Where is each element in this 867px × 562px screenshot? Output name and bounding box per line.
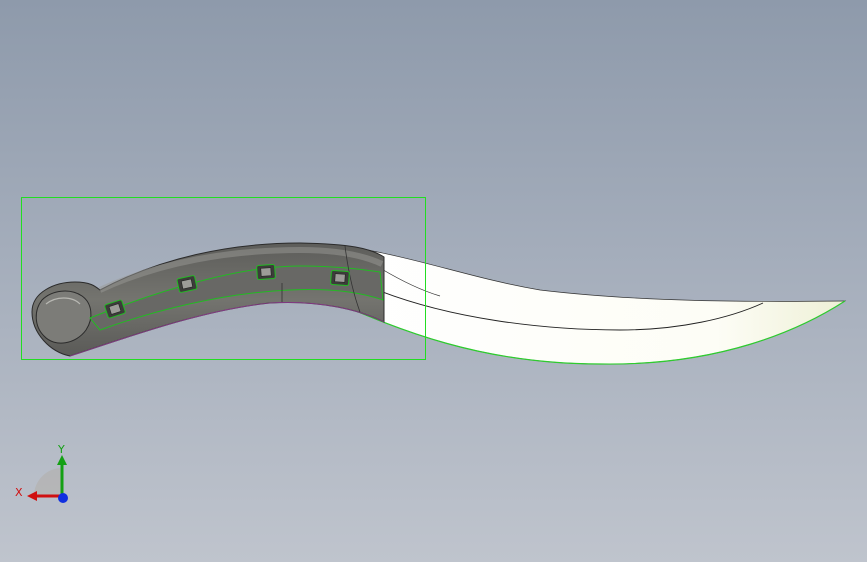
- x-axis-label: X: [15, 486, 23, 499]
- graphics-viewport[interactable]: Y X: [0, 0, 867, 562]
- triad-graphic: [27, 455, 68, 503]
- y-axis-label: Y: [58, 443, 65, 456]
- selection-bounding-box[interactable]: [21, 197, 426, 360]
- axis-triad: Y X: [12, 440, 78, 510]
